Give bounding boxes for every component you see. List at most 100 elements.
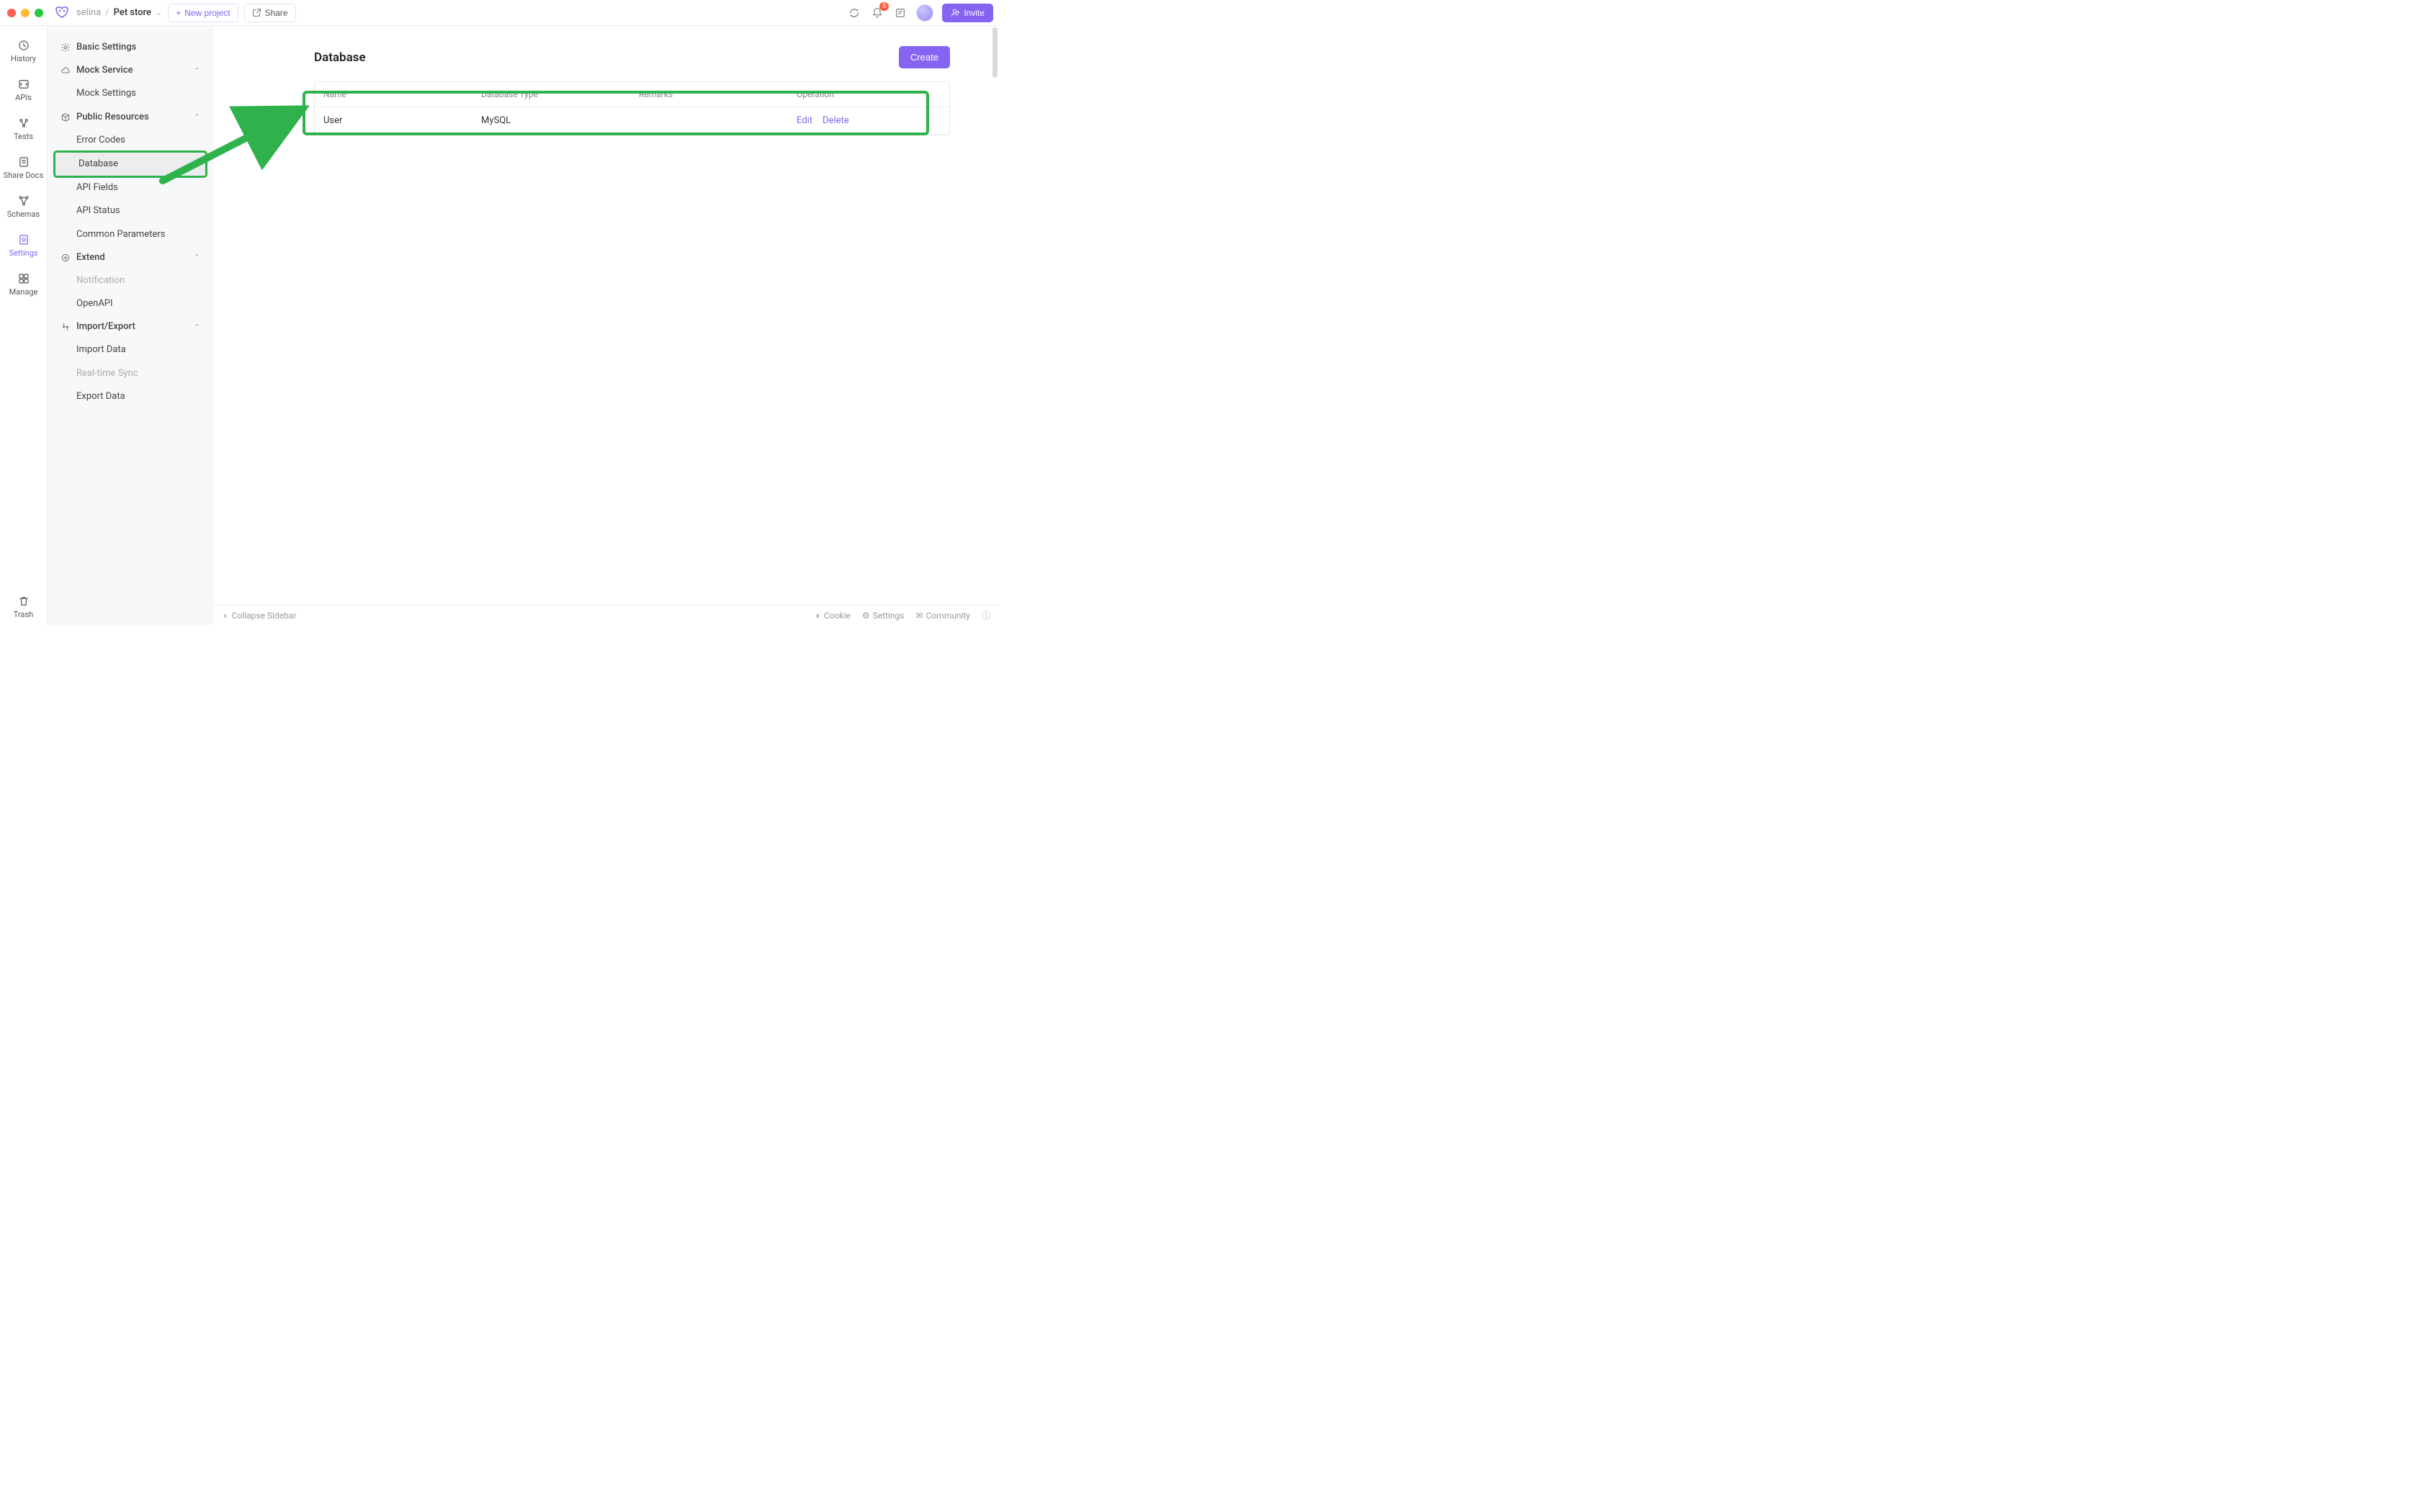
main-content: Database Create Name Database Type Remar… [213, 26, 1000, 625]
rail-schemas[interactable]: Schemas [0, 189, 47, 225]
plus-icon: + [176, 8, 181, 18]
sidebar-database[interactable]: Database [55, 153, 205, 176]
schemas-icon [17, 194, 30, 207]
col-operation: Operation [797, 89, 941, 99]
new-project-label: New project [184, 8, 230, 18]
table-row[interactable]: User MySQL Edit Delete [315, 107, 949, 135]
sidebar-notification[interactable]: Notification [53, 269, 207, 292]
chevron-double-left-icon: « [223, 611, 228, 621]
sidebar-mock-service[interactable]: Mock Service ⌃ [53, 59, 207, 82]
delete-link[interactable]: Delete [823, 115, 849, 126]
scrollbar-thumb[interactable] [992, 27, 998, 78]
sidebar-openapi[interactable]: OpenAPI [53, 292, 207, 315]
notifications-icon[interactable]: 8 [870, 6, 884, 20]
new-project-button[interactable]: + New project [168, 4, 238, 22]
tests-icon [17, 117, 30, 130]
create-button[interactable]: Create [899, 46, 950, 68]
col-db-type: Database Type [481, 89, 639, 99]
cloud-icon [60, 66, 71, 76]
rail-share-docs-label: Share Docs [4, 171, 44, 180]
settings-icon [17, 233, 30, 246]
help-icon[interactable]: ⓘ [982, 609, 990, 621]
sidebar-basic-settings[interactable]: Basic Settings [53, 36, 207, 59]
chevron-up-icon: ⌃ [194, 66, 200, 76]
database-table: Name Database Type Remarks Operation Use… [314, 81, 950, 135]
rail-trash[interactable]: Trash [0, 589, 47, 625]
sidebar-mock-service-label: Mock Service [76, 64, 133, 77]
gear-icon: ⚙ [862, 611, 870, 621]
rail-history-label: History [11, 54, 36, 63]
sidebar-import-data[interactable]: Import Data [53, 338, 207, 361]
sidebar-extend-label: Extend [76, 251, 105, 264]
cell-operations: Edit Delete [797, 115, 941, 126]
cell-name: User [323, 115, 481, 126]
sidebar-api-status[interactable]: API Status [53, 199, 207, 222]
rail-share-docs[interactable]: Share Docs [0, 150, 47, 186]
sidebar-export-data[interactable]: Export Data [53, 385, 207, 408]
minimize-window-button[interactable] [21, 9, 30, 17]
sidebar-mock-settings[interactable]: Mock Settings [53, 82, 207, 105]
table-header: Name Database Type Remarks Operation [315, 82, 949, 107]
page-header: Database Create [314, 46, 950, 68]
statusbar: « Collapse Sidebar ◐ Cookie ⚙ Settings ✉… [213, 605, 1000, 625]
history-icon [17, 39, 30, 52]
rail-tests[interactable]: Tests [0, 111, 47, 147]
sidebar-realtime-sync[interactable]: Real-time Sync [53, 362, 207, 385]
chevron-down-icon[interactable]: ⌄ [156, 8, 162, 17]
breadcrumb-separator: / [105, 7, 109, 18]
status-cookie[interactable]: ◐ Cookie [816, 611, 851, 621]
page-title: Database [314, 50, 366, 65]
sync-icon[interactable] [847, 6, 861, 20]
window-controls [7, 9, 43, 17]
collapse-sidebar-button[interactable]: « Collapse Sidebar [223, 611, 296, 621]
rail-settings[interactable]: Settings [0, 228, 47, 264]
rail-trash-label: Trash [14, 610, 33, 619]
topbar-right: 8 Invite [847, 4, 993, 22]
collapse-sidebar-label: Collapse Sidebar [232, 611, 297, 621]
sidebar-extend[interactable]: Extend ⌃ [53, 246, 207, 269]
sidebar-public-resources-label: Public Resources [76, 111, 149, 124]
status-settings[interactable]: ⚙ Settings [862, 611, 905, 621]
chevron-up-icon: ⌃ [194, 322, 200, 333]
close-window-button[interactable] [7, 9, 16, 17]
app-logo-icon [53, 4, 71, 22]
invite-button[interactable]: Invite [942, 4, 993, 22]
rail-schemas-label: Schemas [7, 210, 40, 219]
chevron-up-icon: ⌃ [194, 112, 200, 122]
gear-icon [60, 42, 71, 53]
sidebar-api-fields[interactable]: API Fields [53, 176, 207, 199]
rail-manage[interactable]: Manage [0, 266, 47, 302]
rail-tests-label: Tests [14, 132, 33, 141]
edit-link[interactable]: Edit [797, 115, 812, 126]
sidebar-import-export-label: Import/Export [76, 320, 135, 333]
sidebar-basic-settings-label: Basic Settings [76, 41, 136, 54]
breadcrumb-project[interactable]: Pet store [114, 7, 151, 18]
import-export-icon [60, 322, 71, 332]
rail-apis-label: APIs [15, 93, 32, 102]
titlebar: selina / Pet store ⌄ + New project Share… [0, 0, 1000, 26]
rail-manage-label: Manage [9, 287, 38, 297]
status-community[interactable]: ✉ Community [915, 611, 970, 621]
sidebar-common-parameters[interactable]: Common Parameters [53, 223, 207, 246]
share-icon [252, 8, 261, 17]
chevron-up-icon: ⌃ [194, 252, 200, 263]
col-remarks: Remarks [639, 89, 797, 99]
user-plus-icon [951, 8, 960, 17]
avatar[interactable] [916, 4, 933, 22]
notes-icon[interactable] [893, 6, 908, 20]
sidebar-error-codes[interactable]: Error Codes [53, 129, 207, 152]
sidebar-public-resources[interactable]: Public Resources ⌃ [53, 106, 207, 129]
sidebar-import-export[interactable]: Import/Export ⌃ [53, 315, 207, 338]
fullscreen-window-button[interactable] [35, 9, 43, 17]
cell-db-type: MySQL [481, 115, 639, 126]
apis-icon [17, 78, 30, 91]
rail-apis[interactable]: APIs [0, 72, 47, 108]
col-name: Name [323, 89, 481, 99]
extend-icon [60, 253, 71, 263]
rail-history[interactable]: History [0, 33, 47, 69]
chat-icon: ✉ [915, 611, 923, 621]
share-label: Share [265, 8, 288, 18]
share-button[interactable]: Share [244, 4, 296, 22]
breadcrumb-user[interactable]: selina [76, 7, 101, 18]
settings-sidebar: Basic Settings Mock Service ⌃ Mock Setti… [48, 26, 213, 625]
